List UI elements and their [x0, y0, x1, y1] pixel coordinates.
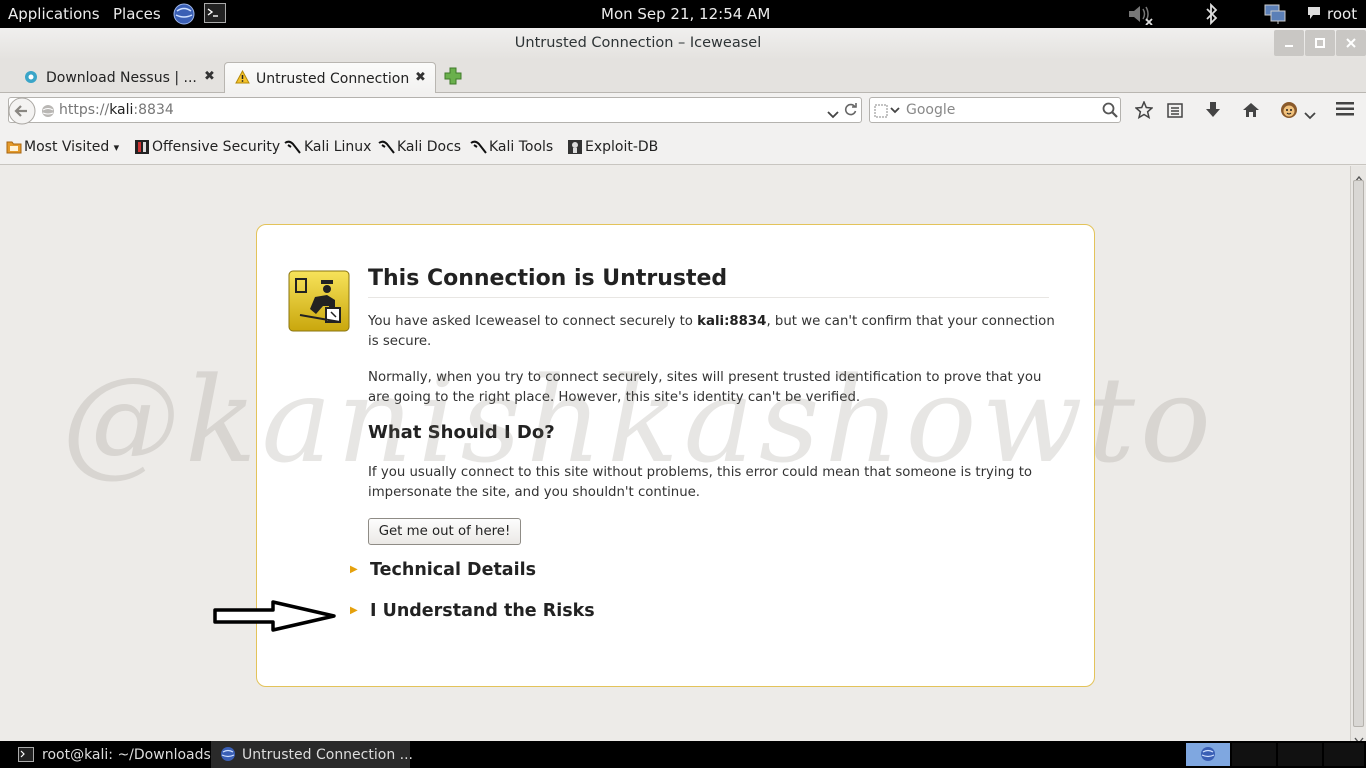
- tab-download-nessus[interactable]: Download Nessus | ... ✖: [18, 62, 224, 93]
- error-description: You have asked Iceweasel to connect secu…: [368, 314, 1055, 349]
- get-me-out-button[interactable]: Get me out of here!: [368, 518, 521, 545]
- title-divider: [368, 297, 1049, 298]
- cert-error-box: This Connection is Untrusted You have as…: [256, 224, 1095, 687]
- bottom-taskbar: root@kali: ~/Downloads Untrusted Connect…: [0, 741, 1366, 768]
- annotation-arrow-icon: [213, 600, 337, 636]
- vertical-scrollbar[interactable]: [1350, 166, 1366, 745]
- cert-error-officer-icon: [288, 270, 350, 332]
- url-text[interactable]: https://kali:8834: [59, 102, 174, 118]
- what-should-i-do-heading: What Should I Do?: [368, 422, 555, 443]
- home-icon[interactable]: [1242, 101, 1260, 123]
- bookmark-kali-docs[interactable]: Kali Docs: [397, 139, 461, 155]
- scrollbar-thumb[interactable]: [1353, 180, 1364, 727]
- close-tab-icon[interactable]: ✖: [415, 70, 426, 85]
- task-iceweasel[interactable]: Untrusted Connection ...: [211, 741, 413, 768]
- top-panel: Applications Places Mon Sep 21, 12:54 AM…: [0, 0, 1366, 28]
- bookmark-kali-linux[interactable]: Kali Linux: [304, 139, 371, 155]
- navigation-bar: https://kali:8834 Google: [0, 93, 1366, 128]
- technical-details-expander[interactable]: ▶ Technical Details: [350, 560, 536, 580]
- iceweasel-globe-icon[interactable]: [173, 3, 195, 29]
- search-engine-selector-icon[interactable]: [874, 103, 902, 122]
- places-menu[interactable]: Places: [113, 5, 161, 23]
- url-history-dropdown-icon[interactable]: [827, 105, 839, 124]
- tab-label: Untrusted Connection: [256, 71, 410, 87]
- search-icon[interactable]: [1102, 102, 1118, 122]
- back-button[interactable]: [7, 96, 37, 130]
- bluetooth-icon[interactable]: [1204, 2, 1220, 29]
- iceweasel-globe-icon: [1200, 746, 1216, 766]
- new-tab-plus-icon[interactable]: [444, 67, 462, 89]
- volume-muted-icon[interactable]: [1127, 3, 1155, 29]
- url-bar[interactable]: https://kali:8834: [8, 97, 862, 125]
- kali-dragon-icon: [284, 139, 301, 159]
- kali-dragon-icon: [378, 139, 395, 159]
- workspace-3[interactable]: [1278, 743, 1322, 766]
- terminal-icon: [18, 747, 34, 766]
- reload-icon[interactable]: [843, 102, 858, 121]
- tab-strip: Download Nessus | ... ✖ Untrusted Connec…: [0, 60, 1366, 93]
- expand-triangle-icon: ▶: [350, 564, 358, 575]
- chevron-down-icon: ▾: [113, 141, 120, 154]
- expand-triangle-icon: ▶: [350, 605, 358, 616]
- offsec-icon: [134, 139, 150, 159]
- warning-icon: [235, 69, 250, 88]
- bookmark-exploit-db[interactable]: Exploit-DB: [585, 139, 658, 155]
- tab-untrusted-connection[interactable]: Untrusted Connection ✖: [224, 62, 436, 93]
- workspace-4[interactable]: [1324, 743, 1364, 766]
- page-content: This Connection is Untrusted You have as…: [0, 166, 1350, 741]
- close-tab-icon[interactable]: ✖: [204, 69, 215, 84]
- exploitdb-icon: [567, 139, 583, 159]
- advice-text: If you usually connect to this site with…: [368, 465, 1033, 500]
- workspace-2[interactable]: [1232, 743, 1276, 766]
- page-title: This Connection is Untrusted: [368, 266, 728, 291]
- kali-dragon-icon: [470, 139, 487, 159]
- network-icon[interactable]: [1263, 3, 1287, 29]
- maximize-button[interactable]: [1305, 30, 1335, 56]
- error-explanation: Normally, when you try to connect secure…: [368, 370, 1042, 405]
- applications-menu[interactable]: Applications: [8, 5, 100, 23]
- hamburger-menu-icon[interactable]: [1336, 101, 1354, 121]
- clock[interactable]: Mon Sep 21, 12:54 AM: [601, 5, 770, 23]
- search-bar[interactable]: Google: [869, 97, 1121, 123]
- folder-icon: [6, 139, 22, 159]
- bookmarks-toolbar: Most Visited ▾ Offensive Security Kali L…: [0, 128, 1366, 165]
- target-host: kali:8834: [697, 314, 767, 329]
- window-titlebar[interactable]: Untrusted Connection – Iceweasel: [0, 28, 1366, 60]
- bookmark-offensive-security[interactable]: Offensive Security: [152, 139, 280, 155]
- bookmark-star-icon[interactable]: [1134, 100, 1154, 123]
- bookmark-kali-tools[interactable]: Kali Tools: [489, 139, 553, 155]
- tab-label: Download Nessus | ...: [46, 70, 197, 86]
- chat-icon[interactable]: [1307, 6, 1321, 24]
- search-placeholder: Google: [906, 102, 956, 118]
- task-terminal[interactable]: root@kali: ~/Downloads: [0, 741, 211, 768]
- workspace-1[interactable]: [1186, 743, 1230, 766]
- understand-risks-expander[interactable]: ▶ I Understand the Risks: [350, 601, 595, 621]
- user-menu[interactable]: root: [1327, 5, 1357, 23]
- minimize-button[interactable]: [1274, 30, 1304, 56]
- bookmarks-menu-icon[interactable]: [1167, 101, 1183, 123]
- site-identity-globe-icon[interactable]: [41, 103, 55, 122]
- addon-monkey-icon[interactable]: [1279, 100, 1299, 124]
- terminal-icon[interactable]: [204, 3, 226, 27]
- nessus-icon: [24, 70, 38, 88]
- bookmark-most-visited[interactable]: Most Visited ▾: [24, 139, 119, 155]
- chevron-down-icon[interactable]: [1304, 105, 1316, 124]
- close-window-button[interactable]: [1336, 30, 1366, 56]
- window-title: Untrusted Connection – Iceweasel: [514, 35, 762, 51]
- iceweasel-globe-icon: [220, 746, 236, 766]
- downloads-icon[interactable]: [1205, 101, 1221, 123]
